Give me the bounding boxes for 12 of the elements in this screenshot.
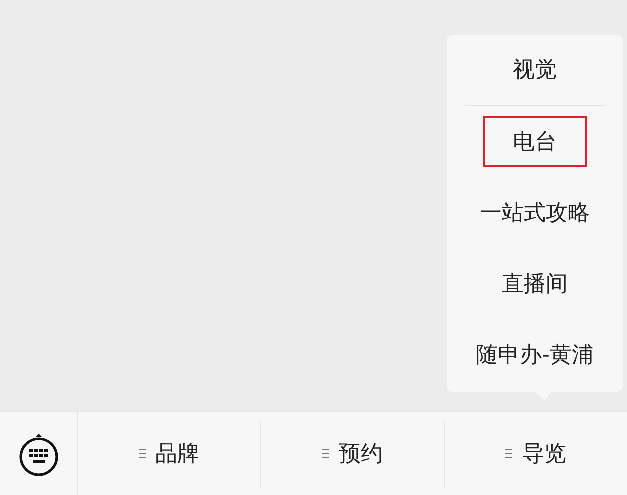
menu-item[interactable]: 随申办-黄浦 [465,319,605,390]
menu-tab[interactable]: 预约 [261,420,445,486]
menu-item[interactable]: 电台 [473,106,597,177]
menu-icon [505,449,512,458]
menu-item[interactable]: 视觉 [465,35,605,106]
keyboard-icon[interactable] [18,432,60,476]
menu-tab[interactable]: 导览 [444,420,627,486]
menu-tab[interactable]: 品牌 [78,420,262,486]
menu-icon [322,449,329,458]
menu-icon [138,449,146,458]
menu-item[interactable]: 一站式攻略 [465,177,605,248]
menu-item[interactable]: 直播间 [465,248,605,319]
